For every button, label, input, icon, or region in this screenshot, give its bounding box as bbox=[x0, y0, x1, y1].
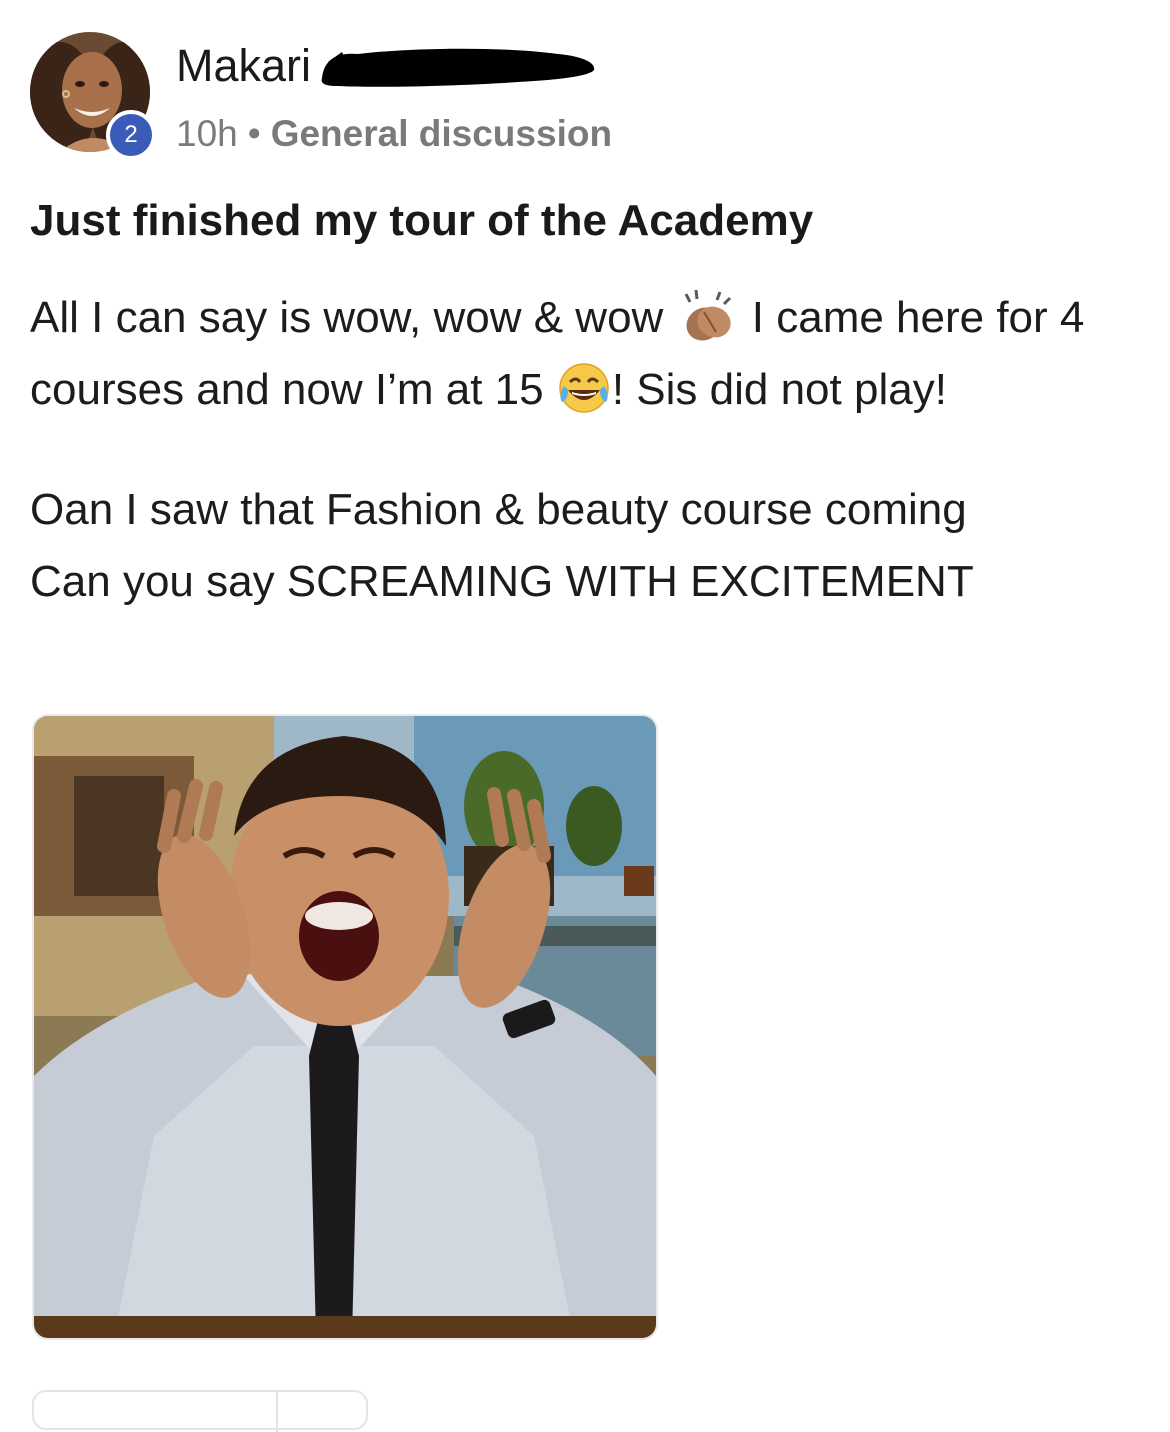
post-title: Just finished my tour of the Academy bbox=[30, 196, 814, 245]
redaction-scribble bbox=[321, 48, 595, 87]
action-divider bbox=[276, 1392, 278, 1432]
post-card: 2 Makari 10h • General discussion Just fin… bbox=[0, 0, 1170, 1432]
post-gif-image[interactable] bbox=[32, 714, 658, 1340]
post-paragraph-2: Oan I saw that Fashion & beauty course c… bbox=[30, 474, 1150, 618]
tears-of-joy-emoji bbox=[559, 363, 609, 414]
excited-man-gif bbox=[34, 716, 656, 1338]
post-meta: 10h • General discussion bbox=[176, 112, 612, 156]
meta-separator: • bbox=[247, 113, 261, 154]
clapping-hands-emoji bbox=[684, 290, 731, 341]
body-line: Oan I saw that Fashion & beauty course c… bbox=[30, 485, 967, 534]
author-name[interactable]: Makari bbox=[176, 40, 311, 92]
body-text: All I can say is wow, wow & wow bbox=[30, 293, 676, 342]
post-body: All I can say is wow, wow & wow I came h… bbox=[30, 282, 1150, 618]
level-badge: 2 bbox=[106, 110, 156, 160]
post-action-bar[interactable] bbox=[32, 1390, 368, 1432]
post-paragraph-1: All I can say is wow, wow & wow I came h… bbox=[30, 282, 1150, 426]
post-time: 10h bbox=[176, 113, 238, 154]
body-line: Can you say SCREAMING WITH EXCITEMENT bbox=[30, 557, 974, 606]
category-link[interactable]: General discussion bbox=[271, 113, 612, 154]
body-text: ! Sis did not play! bbox=[611, 365, 947, 414]
